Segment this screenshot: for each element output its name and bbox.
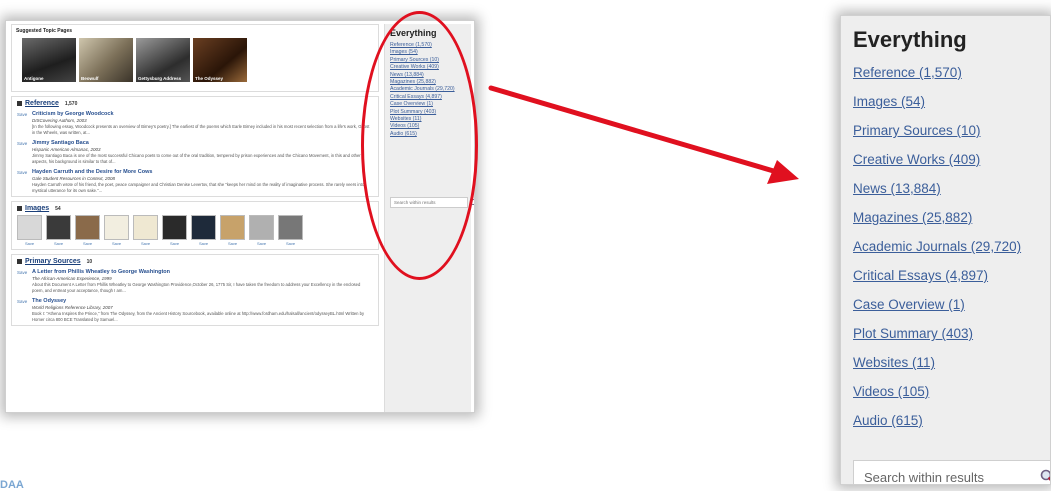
image-thumbnail[interactable]	[191, 215, 216, 240]
topic-label: Antigone	[24, 76, 44, 81]
zoom-facet-link-case-overview[interactable]: Case Overview (1)	[853, 290, 1050, 319]
result-snippet: [In the following essay, Woodcock presen…	[32, 124, 370, 135]
zoom-facet-link-images[interactable]: Images (54)	[853, 87, 1050, 116]
topic-gettysburg-address[interactable]: Gettysburg Address	[136, 38, 190, 82]
result-title[interactable]: Hayden Carruth and the Desire for More C…	[32, 169, 373, 175]
save-link[interactable]: Save	[75, 241, 100, 246]
result-title[interactable]: Criticism by George Woodcock	[32, 111, 373, 117]
save-link[interactable]: Save	[17, 298, 28, 322]
image-thumbnail[interactable]	[220, 215, 245, 240]
result-source: Hispanic American Almanac, 2003	[32, 147, 101, 152]
stage: Suggested Topic Pages Antigone Beowulf G…	[0, 0, 1051, 491]
arrow-shaft	[488, 85, 780, 175]
image-thumbnail[interactable]	[278, 215, 303, 240]
result-snippet: Book I: "Athena Inspires the Prince," fr…	[32, 311, 365, 322]
images-card: Images 54 Save Save Save Save Save Save …	[11, 201, 379, 250]
topic-label: The Odyssey	[195, 76, 224, 81]
images-section-link[interactable]: Images	[25, 205, 49, 212]
image-thumbnail[interactable]	[249, 215, 274, 240]
zoom-facet-link-videos[interactable]: Videos (105)	[853, 377, 1050, 406]
save-link[interactable]: Save	[104, 241, 129, 246]
suggested-topics-heading: Suggested Topic Pages	[16, 28, 73, 34]
save-link[interactable]: Save	[191, 241, 216, 246]
results-main-column: Suggested Topic Pages Antigone Beowulf G…	[11, 24, 379, 412]
result-entry: Save Hayden Carruth and the Desire for M…	[12, 167, 378, 196]
image-thumbnail[interactable]	[17, 215, 42, 240]
result-title[interactable]: A Letter from Phillis Wheatley to George…	[32, 269, 373, 275]
images-header: Images 54	[12, 202, 378, 214]
zoom-facet-link-plot-summary[interactable]: Plot Summary (403)	[853, 319, 1050, 348]
save-link[interactable]: Save	[162, 241, 187, 246]
save-link[interactable]: Save	[17, 140, 28, 164]
save-link[interactable]: Save	[17, 241, 42, 246]
topic-beowulf[interactable]: Beowulf	[79, 38, 133, 82]
reference-count: 1,570	[64, 100, 78, 107]
image-save-row: Save Save Save Save Save Save Save Save …	[12, 240, 378, 249]
suggested-topics-card: Suggested Topic Pages Antigone Beowulf G…	[11, 24, 379, 92]
result-source: The African-American Experience, 1999	[32, 276, 112, 281]
save-link[interactable]: Save	[133, 241, 158, 246]
save-link[interactable]: Save	[220, 241, 245, 246]
callout-arrow	[488, 85, 799, 184]
zoom-facet-link-magazines[interactable]: Magazines (25,882)	[853, 203, 1050, 232]
save-link[interactable]: Save	[17, 169, 28, 193]
search-icon[interactable]	[1040, 469, 1051, 485]
save-link[interactable]: Save	[17, 111, 28, 135]
result-entry: Save A Letter from Phillis Wheatley to G…	[12, 267, 378, 296]
result-snippet: Jimmy Santiago Baca is one of the most s…	[32, 153, 361, 164]
result-snippet: Hayden Carruth wrote of his friend, the …	[32, 182, 365, 193]
save-link[interactable]: Save	[249, 241, 274, 246]
cropped-caption-fragment: DAA	[0, 479, 24, 491]
zoom-search-placeholder: Search within results	[864, 470, 984, 485]
reference-header: Reference 1,570	[12, 97, 378, 109]
result-title[interactable]: The Odyssey	[32, 298, 373, 304]
zoom-facet-link-audio[interactable]: Audio (615)	[853, 406, 1050, 435]
save-link[interactable]: Save	[278, 241, 303, 246]
image-thumbnail-row	[12, 214, 378, 240]
result-snippet: About this Document A Letter from Philli…	[32, 282, 361, 293]
zoom-facet-link-primary-sources[interactable]: Primary Sources (10)	[853, 116, 1050, 145]
save-link[interactable]: Save	[46, 241, 71, 246]
zoom-facet-link-critical-essays[interactable]: Critical Essays (4,897)	[853, 261, 1050, 290]
zoom-facet-link-news[interactable]: News (13,884)	[853, 174, 1050, 203]
primary-sources-card: Primary Sources 10 Save A Letter from Ph…	[11, 254, 379, 326]
zoomed-facet-panel: Everything Reference (1,570) Images (54)…	[840, 15, 1051, 485]
result-entry: Save Jimmy Santiago Baca Hispanic Americ…	[12, 138, 378, 167]
primary-sources-count: 10	[86, 258, 93, 265]
zoom-facet-link-websites[interactable]: Websites (11)	[853, 348, 1050, 377]
save-link[interactable]: Save	[17, 269, 28, 293]
image-icon	[17, 206, 22, 211]
topic-label: Gettysburg Address	[138, 76, 182, 81]
images-count: 54	[55, 205, 61, 212]
image-thumbnail[interactable]	[104, 215, 129, 240]
image-thumbnail[interactable]	[133, 215, 158, 240]
topic-label: Beowulf	[81, 76, 99, 81]
zoom-search-within-input[interactable]: Search within results	[853, 460, 1051, 485]
quill-icon	[17, 259, 22, 264]
topic-the-odyssey[interactable]: The Odyssey	[193, 38, 247, 82]
result-source: World Religions Reference Library, 2007	[32, 305, 113, 310]
image-thumbnail[interactable]	[162, 215, 187, 240]
highlight-oval	[361, 11, 478, 280]
image-thumbnail[interactable]	[46, 215, 71, 240]
result-entry: Save The Odyssey World Religions Referen…	[12, 296, 378, 325]
zoom-facet-link-reference[interactable]: Reference (1,570)	[853, 58, 1050, 87]
reference-card: Reference 1,570 Save Criticism by George…	[11, 96, 379, 197]
zoom-facet-heading: Everything	[853, 27, 967, 52]
topic-row: Antigone Beowulf Gettysburg Address The …	[22, 38, 374, 82]
image-thumbnail[interactable]	[75, 215, 100, 240]
reference-section-link[interactable]: Reference	[25, 100, 59, 107]
book-icon	[17, 101, 22, 106]
primary-sources-header: Primary Sources 10	[12, 255, 378, 267]
result-entry: Save Criticism by George Woodcock DISCov…	[12, 109, 378, 138]
zoom-facet-link-creative-works[interactable]: Creative Works (409)	[853, 145, 1050, 174]
zoom-facet-link-academic-journals[interactable]: Academic Journals (29,720)	[853, 232, 1050, 261]
result-source: Gale Student Resources in Context, 2008	[32, 176, 116, 181]
primary-sources-section-link[interactable]: Primary Sources	[25, 258, 81, 265]
result-title[interactable]: Jimmy Santiago Baca	[32, 140, 373, 146]
topic-antigone[interactable]: Antigone	[22, 38, 76, 82]
result-source: DISCovering Authors, 2003	[32, 118, 87, 123]
